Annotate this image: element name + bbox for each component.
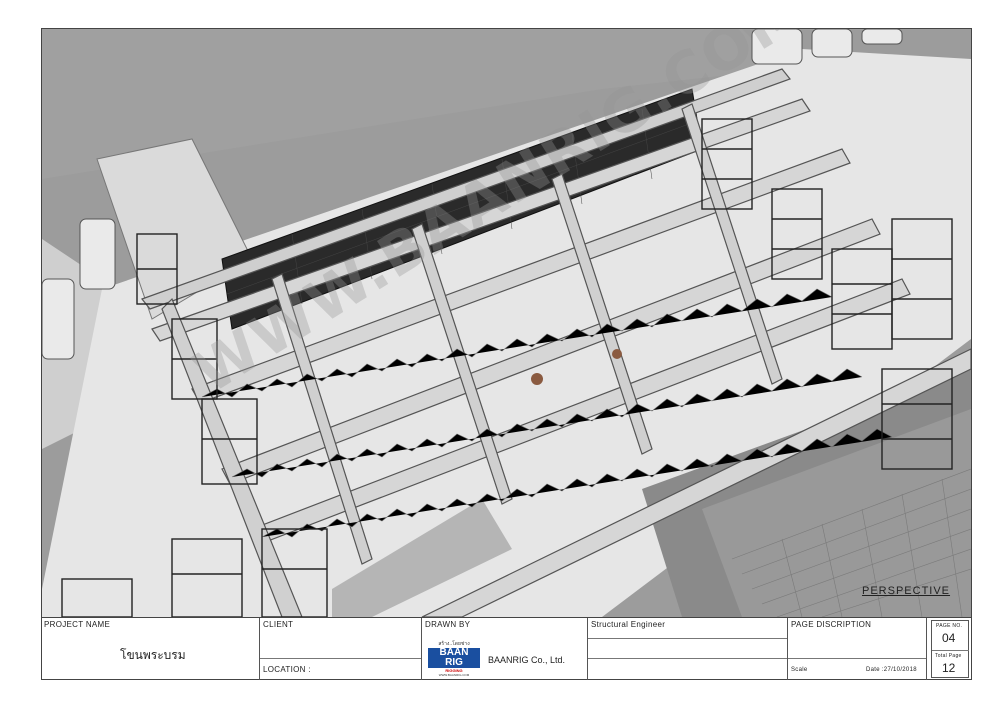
drawn-by-cell: DRAWN BY สร้าง..โดยช่าง BAAN RIG RIGGING…	[422, 618, 588, 680]
drawn-by-label: DRAWN BY	[425, 620, 471, 629]
page-no-value: 04	[942, 631, 956, 645]
project-name-label: PROJECT NAME	[44, 620, 111, 629]
date-label: Date :27/10/2018	[866, 667, 917, 673]
view-label: PERSPECTIVE	[862, 585, 951, 597]
truss-structure-render	[42, 29, 971, 617]
client-label: CLIENT	[263, 620, 294, 629]
perspective-drawing: WWW.BAANRIG.COM PERSPECTIVE	[42, 29, 971, 617]
project-name-value: โขนพระบรม	[120, 648, 186, 662]
baanrig-logo: สร้าง..โดยช่าง BAAN RIG RIGGING WWW.BAAN…	[428, 640, 480, 677]
location-label: LOCATION :	[263, 665, 311, 674]
total-page-value: 12	[942, 661, 956, 675]
engineer-label: Structural Engineer	[591, 620, 666, 629]
client-cell: CLIENT LOCATION :	[260, 618, 422, 680]
page-description-cell: PAGE DISCRIPTION Scale Date :27/10/2018	[788, 618, 927, 680]
page-number-cell: PAGE NO. 04 Total Page 12	[931, 620, 969, 678]
page-description-label: PAGE DISCRIPTION	[791, 620, 872, 629]
total-page-label: Total Page	[935, 653, 962, 659]
title-block: PROJECT NAME โขนพระบรม CLIENT LOCATION :…	[42, 617, 971, 680]
drawing-sheet: WWW.BAANRIG.COM PERSPECTIVE PROJECT NAME…	[41, 28, 972, 680]
project-name-cell: PROJECT NAME โขนพระบรม	[42, 618, 260, 680]
company-name: BAANRIG Co., Ltd.	[488, 655, 566, 665]
engineer-cell: Structural Engineer	[588, 618, 788, 680]
page-no-label: PAGE NO.	[936, 623, 963, 629]
scale-label: Scale	[791, 667, 808, 673]
